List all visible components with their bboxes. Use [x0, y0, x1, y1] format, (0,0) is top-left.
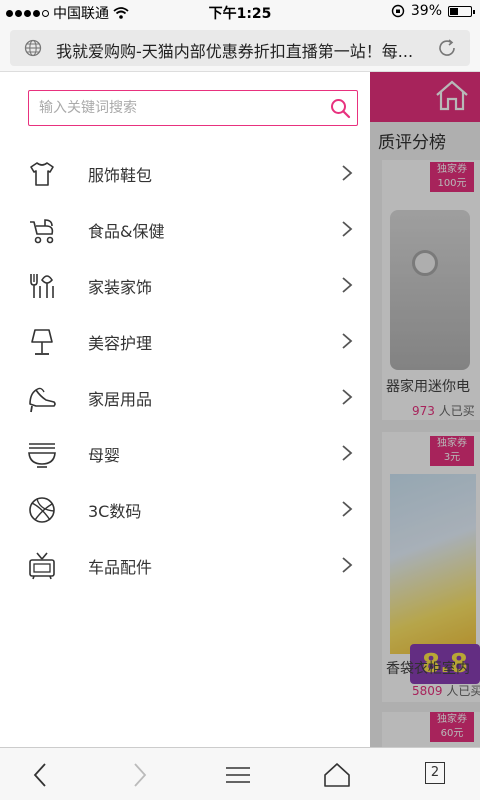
category-item-apparel[interactable]: 服饰鞋包: [0, 146, 370, 202]
category-item-household[interactable]: 家居用品: [0, 370, 370, 426]
menu-icon[interactable]: [223, 760, 253, 790]
drawer-overlay[interactable]: [370, 72, 480, 747]
category-item-beauty[interactable]: 美容护理: [0, 314, 370, 370]
chevron-right-icon: [342, 333, 353, 349]
chevron-right-icon: [342, 165, 353, 181]
tv-icon: [29, 552, 55, 580]
browser-toolbar: 2: [0, 747, 480, 800]
category-label: 家装家饰: [88, 278, 153, 297]
category-label: 食品&保健: [88, 222, 165, 241]
chevron-right-icon: [342, 557, 353, 573]
category-item-food[interactable]: 食品&保健: [0, 202, 370, 258]
category-label: 服饰鞋包: [88, 166, 153, 185]
category-drawer: 服饰鞋包 食品&保健: [0, 72, 370, 747]
bowl-icon: [28, 443, 56, 468]
stroller-icon: [30, 219, 54, 244]
category-item-auto-parts[interactable]: 车品配件: [0, 538, 370, 594]
back-icon[interactable]: [26, 760, 56, 790]
status-bar: 中国联通 下午1:25 39%: [0, 0, 480, 24]
chevron-right-icon: [342, 501, 353, 517]
browser-page: 中国联通 下午1:25 39% 我就爱购购-天猫内部优惠券折扣直播第一站！每..…: [0, 0, 480, 800]
chevron-right-icon: [342, 221, 353, 237]
category-label: 家居用品: [88, 390, 153, 409]
utensils-icon: [30, 274, 54, 298]
search-box[interactable]: [28, 90, 358, 126]
page-title: 我就爱购购-天猫内部优惠券折扣直播第一站！每...: [56, 42, 414, 61]
category-label: 美容护理: [88, 334, 153, 353]
forward-icon[interactable]: [124, 760, 154, 790]
home-icon[interactable]: [322, 760, 352, 790]
chevron-right-icon: [342, 389, 353, 405]
reload-icon[interactable]: [436, 37, 458, 59]
battery-icon: [448, 5, 475, 17]
category-item-home-decor[interactable]: 家装家饰: [0, 258, 370, 314]
category-label: 车品配件: [88, 558, 153, 577]
orientation-lock-icon: [391, 4, 405, 18]
lamp-icon: [31, 329, 53, 355]
battery-percent: 39%: [410, 3, 442, 19]
chevron-right-icon: [342, 445, 353, 461]
status-right: 39%: [391, 3, 475, 19]
ball-icon: [29, 497, 55, 523]
address-bar[interactable]: 我就爱购购-天猫内部优惠券折扣直播第一站！每...: [10, 30, 470, 66]
tshirt-icon: [30, 162, 54, 186]
globe-icon: [24, 39, 42, 57]
chevron-right-icon: [342, 277, 353, 293]
high-heel-icon: [29, 387, 56, 413]
category-label: 3C数码: [88, 502, 142, 521]
address-bar-area: 我就爱购购-天猫内部优惠券折扣直播第一站！每...: [0, 24, 480, 72]
search-input[interactable]: [39, 98, 319, 118]
category-label: 母婴: [88, 446, 121, 465]
tabs-button[interactable]: 2: [425, 762, 445, 784]
search-icon[interactable]: [329, 97, 351, 119]
category-item-3c-digital[interactable]: 3C数码: [0, 482, 370, 538]
category-item-mother-baby[interactable]: 母婴: [0, 426, 370, 482]
